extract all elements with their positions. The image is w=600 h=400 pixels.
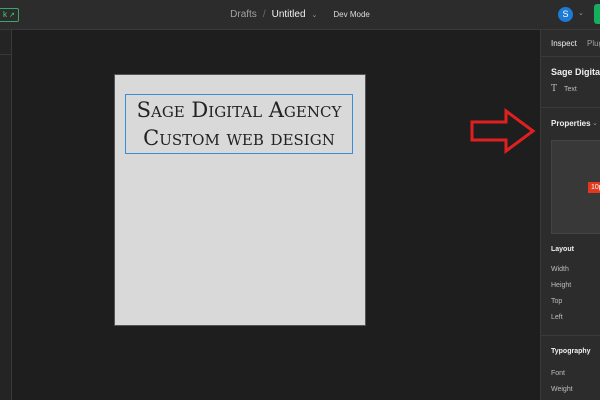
top-bar: k ↗ Drafts / Untitled ⌄ Dev Mode S ⌄ bbox=[0, 0, 600, 30]
layout-heading: Layout bbox=[551, 246, 574, 253]
node-name: Sage Digital bbox=[551, 67, 600, 77]
node-type: Text bbox=[564, 86, 577, 93]
avatar[interactable]: S bbox=[558, 7, 573, 22]
text-type-icon: T bbox=[551, 84, 558, 94]
layout-left-label: Left bbox=[551, 314, 563, 321]
spacing-preview: 10p bbox=[551, 140, 600, 234]
text-line-1: Sage Digital Agency bbox=[136, 98, 342, 122]
breadcrumb-separator: / bbox=[262, 9, 266, 20]
divider bbox=[541, 335, 600, 336]
dev-mode-toggle[interactable]: Dev Mode bbox=[333, 10, 369, 19]
layout-width-label: Width bbox=[551, 266, 569, 273]
canvas[interactable]: Sage Digital Agency Custom web design bbox=[12, 30, 539, 400]
tab-inspect[interactable]: Inspect bbox=[551, 39, 577, 48]
divider bbox=[0, 54, 11, 55]
frame[interactable]: Sage Digital Agency Custom web design bbox=[115, 75, 365, 325]
selected-text-layer[interactable]: Sage Digital Agency Custom web design bbox=[125, 94, 353, 154]
inspect-panel: Inspect Plugi Sage Digital T Text Proper… bbox=[540, 30, 600, 400]
text-line-2: Custom web design bbox=[143, 126, 335, 150]
tab-plugins[interactable]: Plugi bbox=[587, 39, 600, 48]
link-label: k bbox=[3, 10, 7, 19]
annotation-arrow-icon bbox=[470, 108, 536, 154]
external-link-icon: ↗ bbox=[9, 12, 15, 19]
panel-tabs: Inspect Plugi bbox=[541, 30, 600, 57]
chevron-down-icon[interactable]: ⌄ bbox=[312, 11, 318, 19]
chevron-down-icon[interactable]: ⌄ bbox=[592, 119, 598, 127]
divider bbox=[541, 107, 600, 108]
share-button[interactable] bbox=[594, 4, 600, 24]
layout-height-label: Height bbox=[551, 282, 572, 289]
typography-weight-label: Weight bbox=[551, 386, 573, 393]
layout-top-label: Top bbox=[551, 298, 563, 305]
external-link-button[interactable]: k ↗ bbox=[0, 8, 19, 22]
breadcrumb-drafts[interactable]: Drafts bbox=[230, 9, 257, 20]
typography-heading: Typography bbox=[551, 348, 591, 355]
left-panel bbox=[0, 30, 12, 400]
chevron-down-icon[interactable]: ⌄ bbox=[578, 9, 584, 17]
spacing-badge: 10p bbox=[588, 182, 600, 193]
properties-heading[interactable]: Properties bbox=[551, 119, 591, 128]
breadcrumb: Drafts / Untitled ⌄ Dev Mode bbox=[0, 0, 600, 29]
file-title[interactable]: Untitled bbox=[272, 9, 306, 20]
typography-font-label: Font bbox=[551, 370, 566, 377]
